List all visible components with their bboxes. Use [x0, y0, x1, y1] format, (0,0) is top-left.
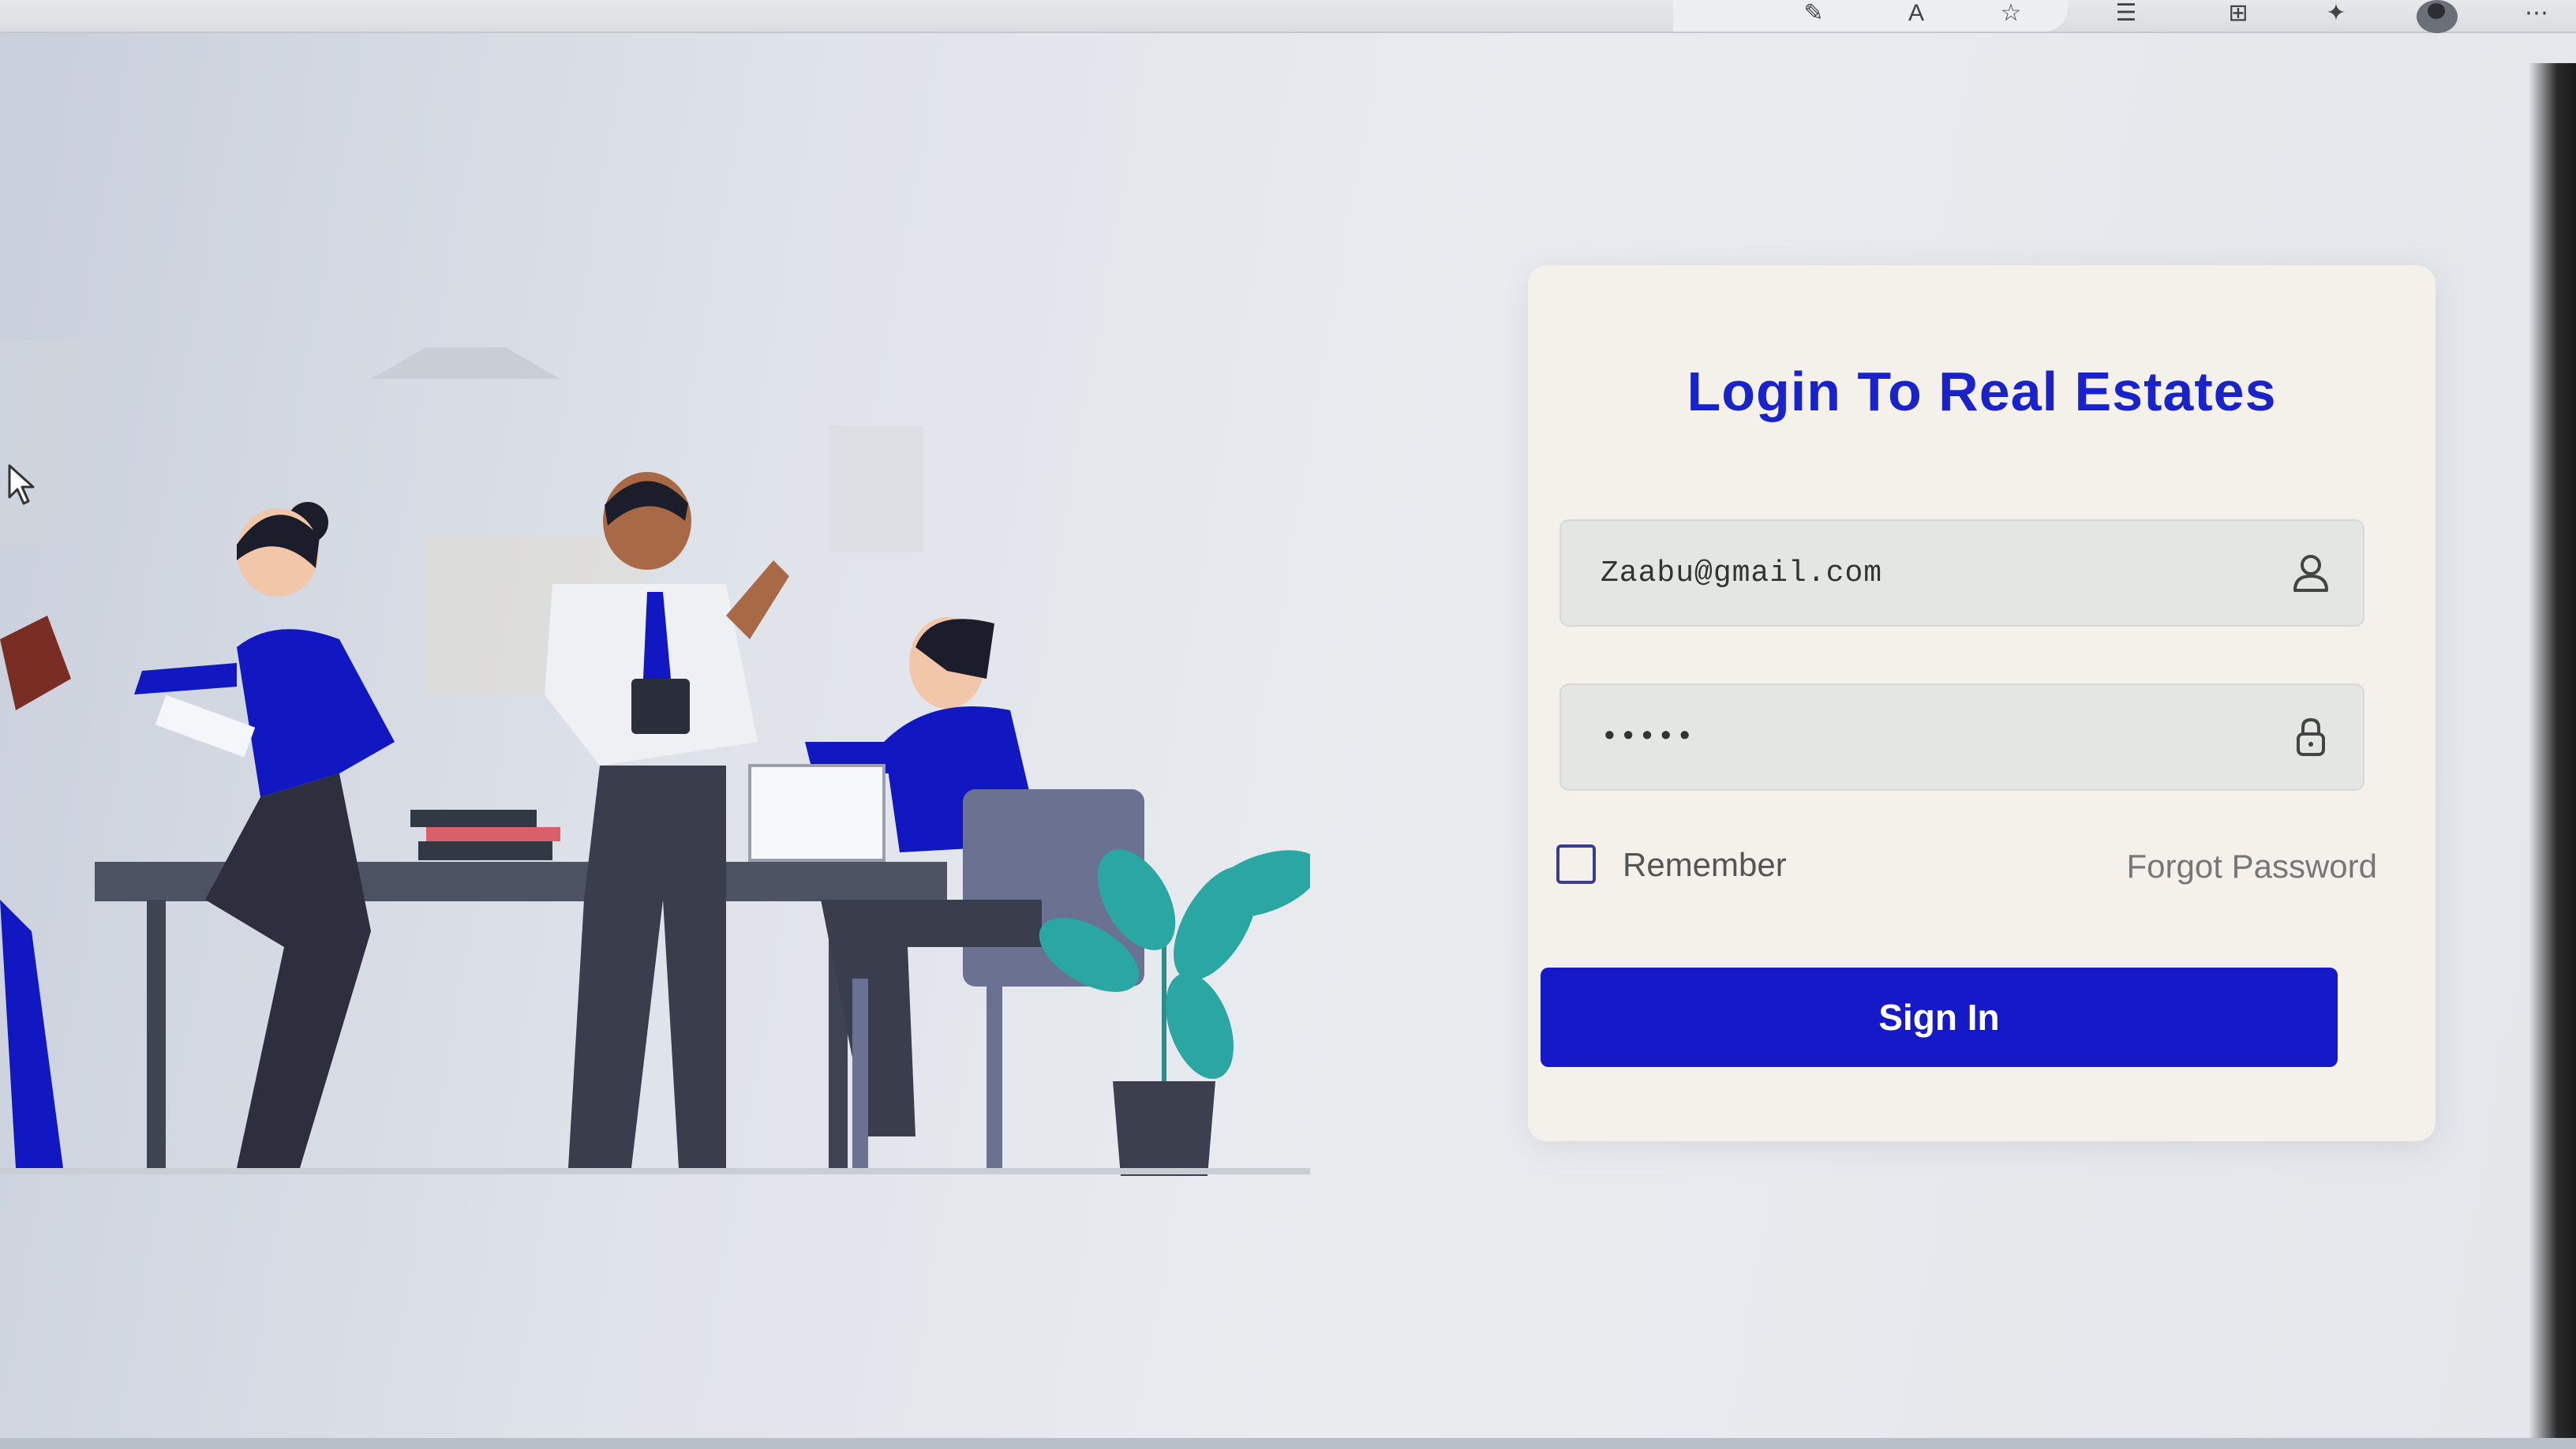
lock-icon [2297, 717, 2325, 756]
sign-in-button[interactable]: Sign In [1541, 968, 2338, 1067]
read-aloud-icon[interactable]: A [1902, 2, 1930, 25]
favorites-list-icon[interactable]: ☰ [2112, 2, 2140, 25]
remember-row: Remember Forgot Password [1556, 841, 2377, 889]
browser-toolbar: ✎ A ☆ ☰ ⊞ ✦ ⋯ [0, 0, 2576, 33]
monitor-bezel [2529, 63, 2576, 1449]
mouse-cursor-icon [8, 464, 35, 505]
address-bar-end[interactable]: ✎ A ☆ [1673, 0, 2068, 32]
profile-avatar-icon[interactable] [2417, 0, 2458, 33]
remember-checkbox[interactable] [1556, 844, 1596, 884]
password-input[interactable] [1599, 719, 2287, 755]
edit-icon[interactable]: ✎ [1799, 2, 1828, 25]
email-field[interactable] [1559, 519, 2364, 627]
email-input[interactable] [1599, 555, 2287, 591]
more-options-icon[interactable]: ⋯ [2522, 2, 2551, 25]
remember-label[interactable]: Remember [1623, 846, 1787, 884]
user-icon [2293, 555, 2328, 592]
forgot-password-link[interactable]: Forgot Password [2127, 848, 2377, 886]
screen-bottom-edge [0, 1438, 2576, 1449]
collections-icon[interactable]: ⊞ [2224, 2, 2252, 25]
favorite-star-icon[interactable]: ☆ [1997, 2, 2025, 25]
password-field[interactable] [1559, 683, 2364, 791]
extensions-icon[interactable]: ✦ [2322, 2, 2350, 25]
page-title: Login To Real Estates [1687, 361, 2277, 422]
login-card: Login To Real Estates Remember Forgot Pa… [1528, 265, 2436, 1141]
team-illustration [0, 300, 1320, 1200]
